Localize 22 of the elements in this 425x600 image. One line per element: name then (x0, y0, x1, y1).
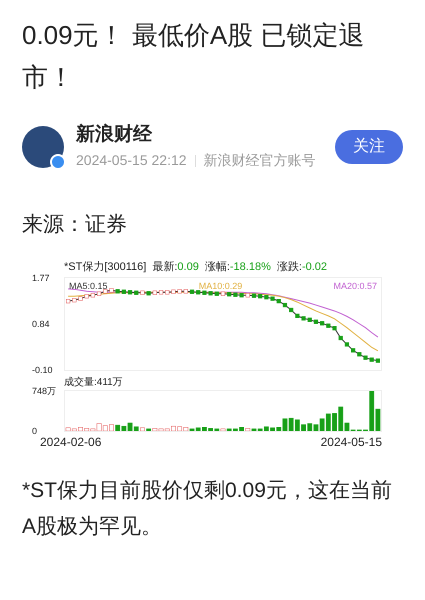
volume-label: 成交量:411万 (64, 376, 124, 390)
stock-symbol: *ST保力[300116] (64, 260, 146, 274)
axis-tick: 1.77 (32, 273, 50, 283)
post-time: 2024-05-15 22:12 (76, 151, 187, 170)
latest-price: 最新:0.09 (152, 260, 199, 274)
follow-button[interactable]: 关注 (335, 130, 403, 164)
article-title: 0.09元！ 最低价A股 已锁定退市！ (22, 19, 366, 94)
axis-tick: 0.84 (32, 318, 50, 329)
end-date: 2024-05-15 (320, 434, 382, 451)
body-paragraph: *ST保力目前股价仅剩0.09元，这在当前A股极为罕见。 (22, 478, 393, 540)
axis-tick: 0 (32, 426, 38, 436)
legend-label: MA5:0.15 (69, 280, 108, 293)
axis-tick: -0.10 (32, 365, 53, 375)
legend-label: MA10:0.29 (198, 280, 242, 293)
source-text: 来源：证券 (22, 212, 128, 238)
start-date: 2024-02-06 (40, 434, 102, 451)
price-change: 涨跌:-0.02 (276, 260, 328, 274)
legend-label: MA20:0.57 (333, 280, 377, 293)
change-percent: 涨幅:-18.18% (204, 260, 271, 274)
axis-tick: 748万 (32, 386, 56, 396)
account-label: 新浪财经官方账号 (204, 151, 316, 170)
author-name: 新浪财经 (76, 122, 153, 147)
